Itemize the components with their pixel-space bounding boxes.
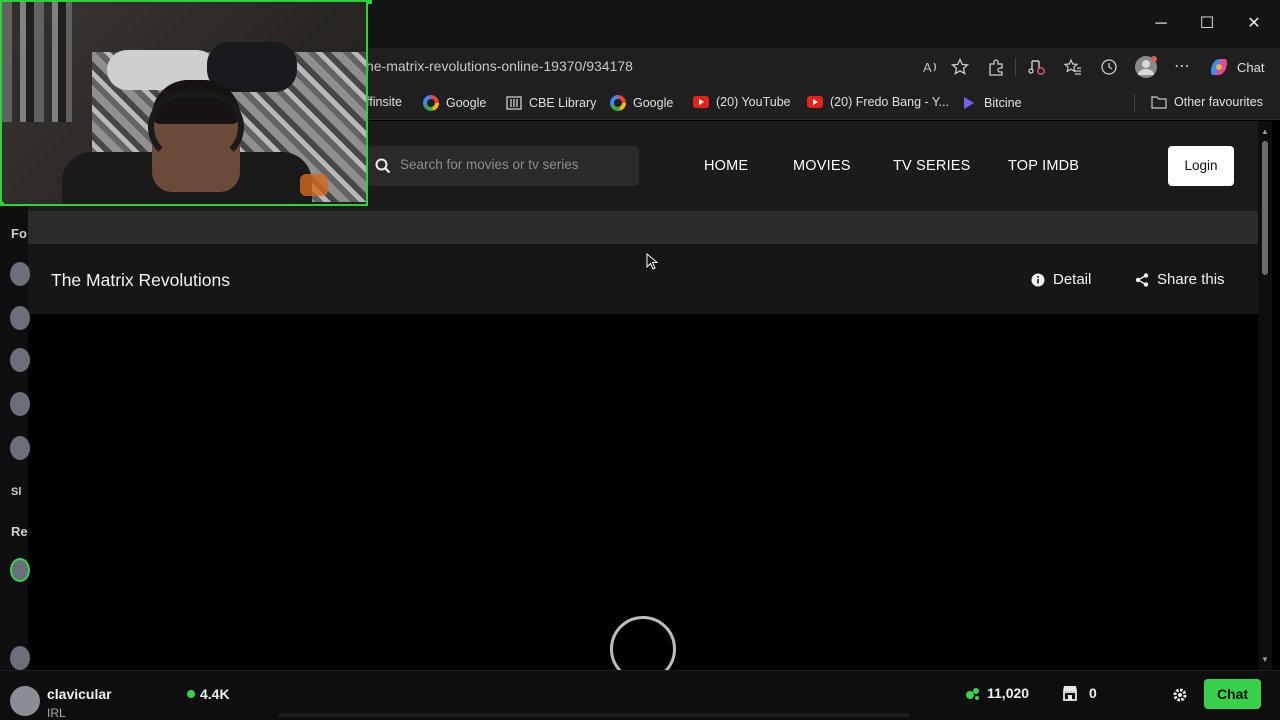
favourite-label: (20) YouTube [716, 95, 791, 109]
detail-button[interactable]: Detail [1031, 271, 1091, 288]
copilot-button[interactable]: Chat [1208, 56, 1264, 78]
favourite-label: Google [446, 96, 487, 110]
other-favourites-label: Other favourites [1174, 95, 1263, 109]
media-icon[interactable] [1028, 58, 1046, 76]
svg-text:A: A [923, 60, 932, 75]
minimize-button[interactable]: ─ [1151, 14, 1171, 34]
nav-top-imdb[interactable]: TOP IMDB [1008, 158, 1079, 174]
google-icon [610, 95, 626, 111]
webcam-corner [368, 0, 372, 4]
video-player[interactable] [38, 314, 1246, 682]
avatar[interactable] [10, 436, 30, 460]
mouse-cursor-icon [646, 253, 658, 270]
movie-title: The Matrix Revolutions [51, 270, 230, 290]
viewer-count-label: 4.4K [200, 686, 230, 702]
stream-category[interactable]: IRL [47, 706, 66, 720]
close-button[interactable]: ✕ [1244, 14, 1264, 34]
more-menu-icon[interactable]: ⋯ [1174, 56, 1190, 76]
sidebar-section-label: Fo [11, 226, 27, 241]
favourite-item[interactable]: Google [610, 95, 673, 111]
favourite-label: Bitcine [984, 96, 1022, 110]
other-favourites[interactable]: Other favourites [1151, 95, 1263, 109]
points-icon [966, 688, 979, 700]
favourites-divider [1134, 94, 1135, 112]
avatar[interactable] [10, 262, 30, 286]
favorite-star-icon[interactable] [951, 58, 969, 76]
favourite-item[interactable]: Google [423, 95, 486, 111]
favorites-icon[interactable] [1064, 58, 1082, 76]
google-icon [423, 95, 439, 111]
share-icon [1135, 272, 1149, 287]
favourite-label: (20) Fredo Bang - Y... [830, 95, 950, 109]
favourite-item[interactable]: CBE Library [506, 95, 596, 111]
extensions-icon[interactable] [987, 58, 1005, 76]
profile-avatar-icon[interactable] [1134, 55, 1158, 79]
live-dot-icon [187, 690, 195, 698]
nav-home[interactable]: HOME [704, 158, 748, 174]
webcam-headset [148, 92, 244, 162]
nav-movies[interactable]: MOVIES [793, 158, 851, 174]
chat-button[interactable]: Chat [1204, 679, 1261, 709]
favourite-label: Google [633, 96, 674, 110]
favourite-item[interactable]: (20) YouTube [693, 95, 791, 109]
avatar[interactable] [10, 646, 30, 670]
youtube-icon [693, 96, 709, 108]
nav-tv-series[interactable]: TV SERIES [893, 158, 971, 174]
share-label: Share this [1157, 271, 1225, 288]
avatar[interactable] [10, 392, 30, 416]
viewer-count: 4.4K [187, 686, 230, 702]
search-placeholder: Search for movies or tv series [400, 157, 579, 172]
avatar[interactable] [10, 686, 40, 716]
toolbar-divider [1015, 58, 1016, 76]
points-label: 11,020 [987, 685, 1030, 701]
search-input[interactable]: Search for movies or tv series [368, 146, 639, 186]
favourite-label: CBE Library [529, 96, 597, 110]
search-icon [375, 158, 391, 174]
history-icon[interactable] [1100, 58, 1118, 76]
scrollbar-thumb[interactable] [1262, 141, 1268, 275]
webcam-overlay [0, 0, 368, 206]
folder-icon [1151, 96, 1167, 109]
sidebar-section-label: Sl [11, 486, 22, 498]
youtube-icon [807, 96, 823, 108]
copilot-icon [1211, 59, 1227, 75]
page-scrollbar[interactable]: ▲ ▼ [1258, 121, 1272, 670]
maximize-button[interactable]: ☐ [1197, 14, 1217, 34]
store-button[interactable]: 0 [1061, 685, 1097, 701]
info-icon [1031, 273, 1045, 286]
bottom-scroll-track [278, 713, 910, 717]
favourite-item[interactable]: ffinsite [366, 95, 402, 109]
store-count: 0 [1089, 685, 1097, 701]
url-field[interactable]: he-matrix-revolutions-online-19370/93417… [366, 58, 633, 74]
share-button[interactable]: Share this [1135, 271, 1225, 288]
favourite-item[interactable]: Bitcine [961, 95, 1022, 111]
webcam-quilt [2, 2, 72, 122]
avatar[interactable] [10, 348, 30, 372]
streamer-name[interactable]: clavicular [47, 686, 112, 702]
detail-label: Detail [1053, 271, 1092, 288]
webcam-corner [0, 202, 4, 206]
scroll-down-icon[interactable]: ▼ [1261, 655, 1269, 664]
bitcine-icon [964, 97, 974, 109]
favourite-item[interactable]: (20) Fredo Bang - Y... [807, 95, 949, 109]
scroll-up-icon[interactable]: ▲ [1261, 127, 1269, 136]
webcam-object [300, 174, 328, 196]
gear-icon[interactable] [1172, 687, 1188, 703]
sidebar-section-label: Re [11, 524, 28, 539]
content-strip [28, 211, 1258, 244]
store-icon [1063, 686, 1077, 701]
library-icon [506, 96, 522, 110]
avatar[interactable] [10, 558, 30, 582]
avatar[interactable] [10, 306, 30, 330]
read-aloud-icon[interactable]: A [922, 58, 940, 76]
favourite-label: ffinsite [366, 95, 402, 109]
channel-points[interactable]: 11,020 [965, 685, 1029, 701]
login-button[interactable]: Login [1168, 146, 1234, 186]
stream-info-bar: clavicular IRL 4.4K 11,020 0 Chat [0, 670, 1280, 720]
stream-sidebar: Fo Sl Re [0, 206, 30, 670]
copilot-label: Chat [1237, 59, 1265, 75]
movie-title-bar: The Matrix Revolutions Detail Share this [28, 244, 1258, 314]
